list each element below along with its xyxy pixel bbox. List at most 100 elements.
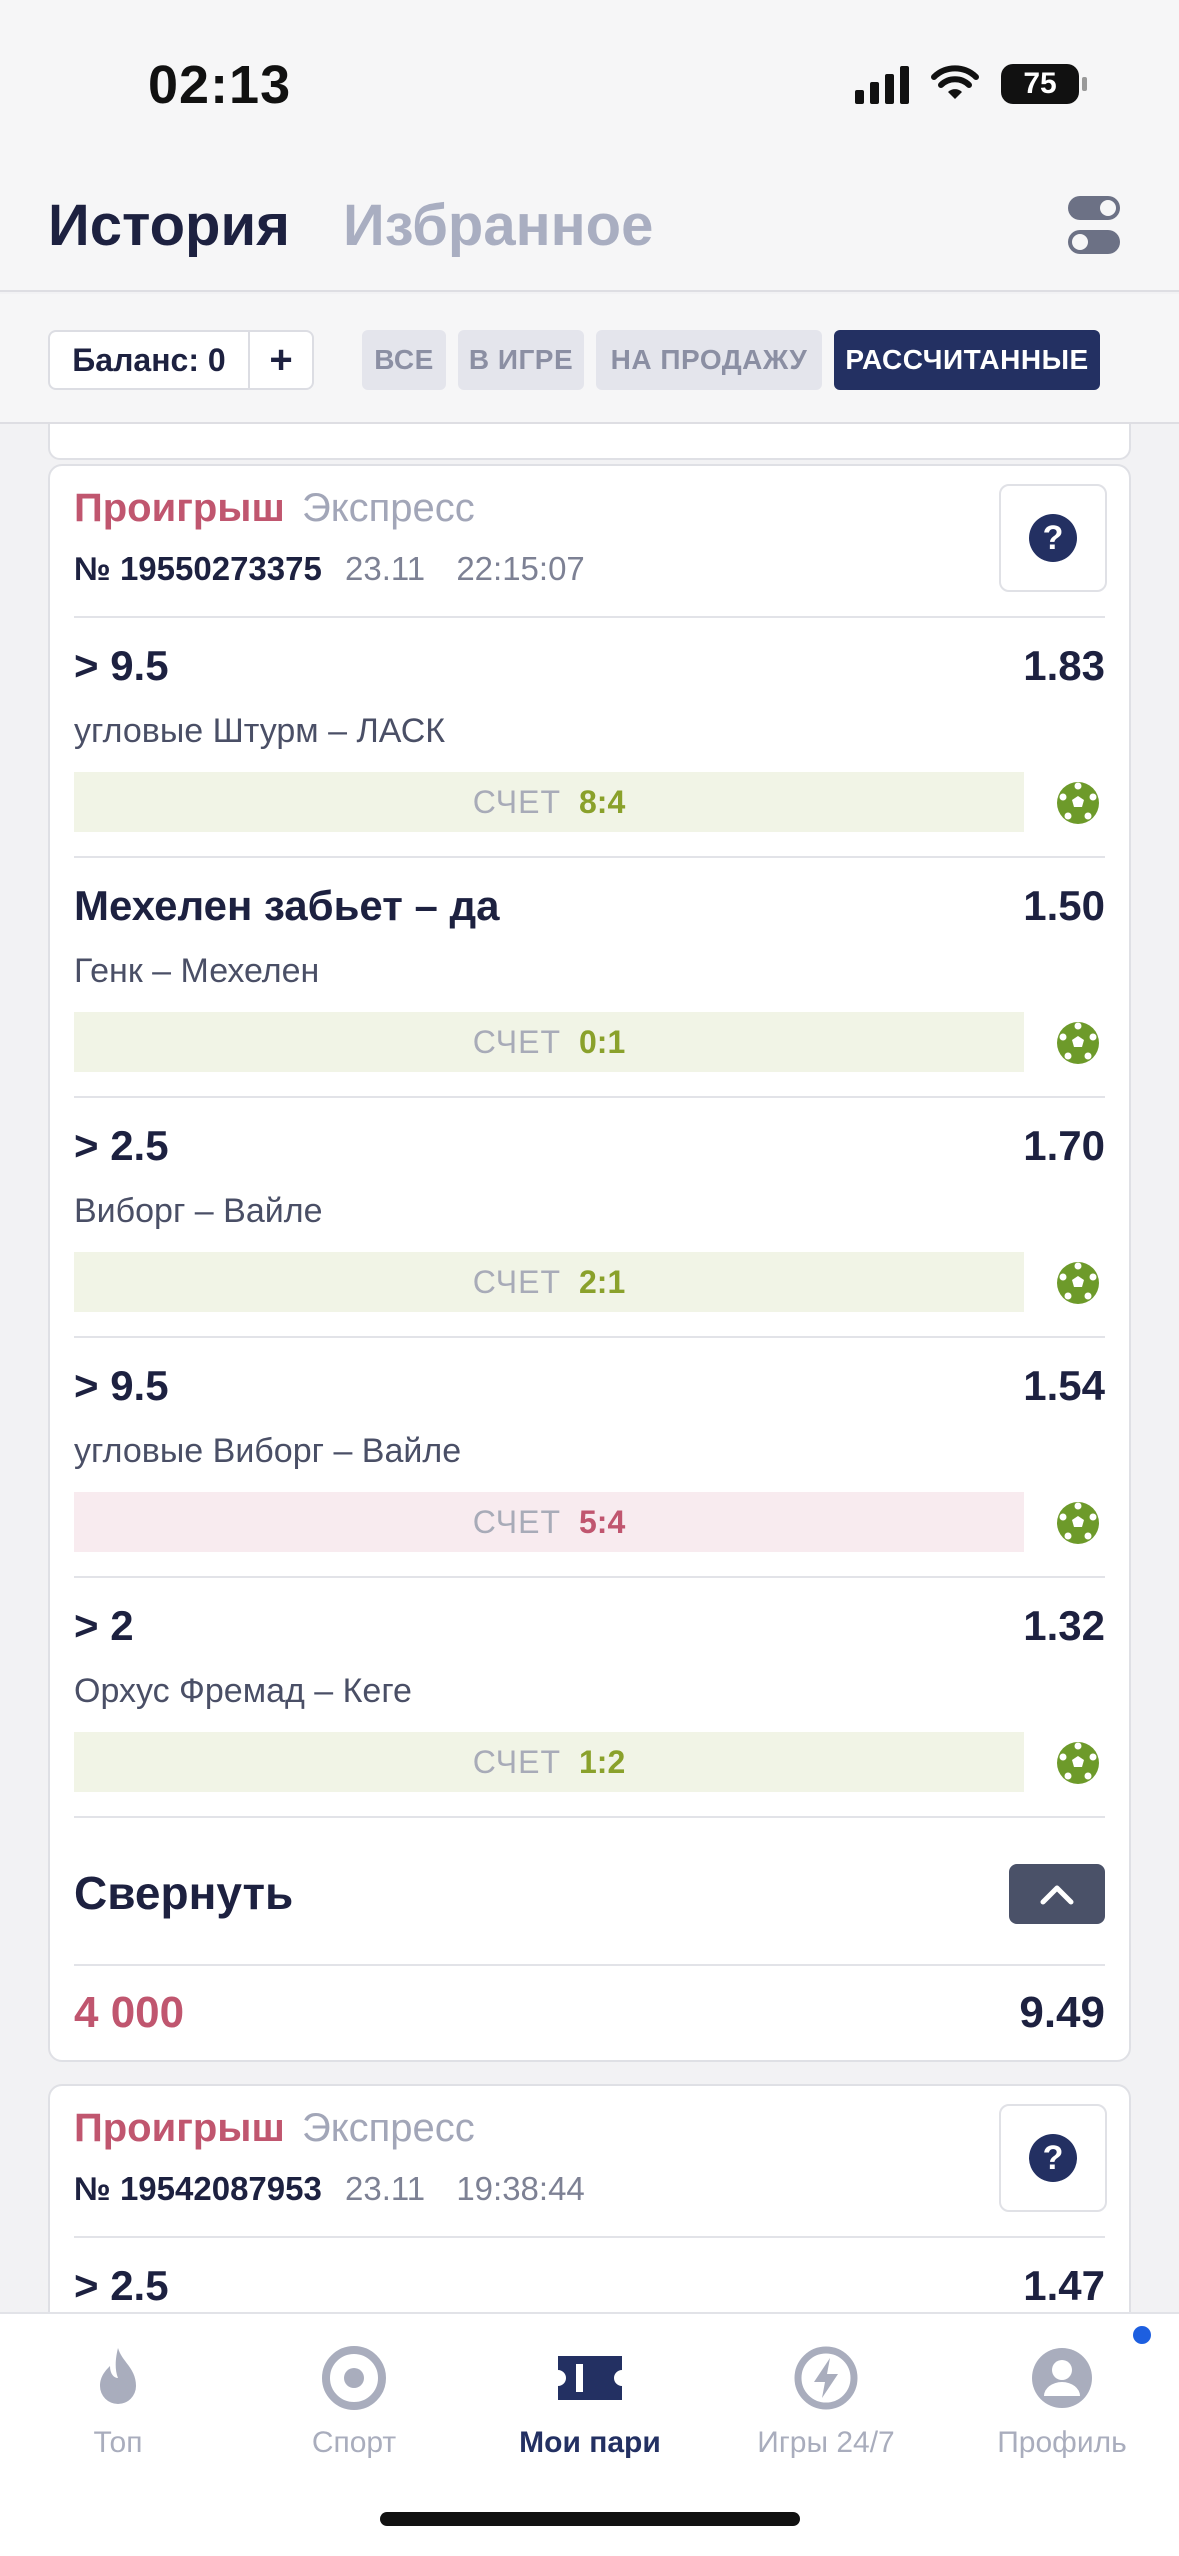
bet-odd: 1.47 bbox=[1023, 2262, 1105, 2309]
bet-number: № 19550273375 bbox=[74, 550, 322, 587]
bet-outcome: > 2 bbox=[74, 1602, 134, 1649]
bet-row: > 2.5 1.47 bbox=[74, 2236, 1105, 2312]
lightning-icon bbox=[794, 2346, 858, 2410]
score-label: СЧЕТ bbox=[472, 1023, 561, 1060]
question-icon: ? bbox=[1029, 2134, 1077, 2182]
filter-chip-settled[interactable]: РАССЧИТАННЫЕ bbox=[834, 330, 1100, 390]
user-icon bbox=[1032, 2348, 1092, 2408]
bets-list[interactable]: Проигрыш Экспресс № 19550273375 23.11 22… bbox=[0, 424, 1179, 2312]
score-value: 8:4 bbox=[579, 783, 626, 820]
bet-result-label: Проигрыш bbox=[74, 486, 285, 530]
cellular-signal-icon bbox=[855, 64, 909, 104]
status-bar: 02:13 75 bbox=[0, 0, 1179, 150]
bet-odd: 1.70 bbox=[1023, 1122, 1105, 1169]
bet-card: Проигрыш Экспресс № 19550273375 23.11 22… bbox=[48, 464, 1131, 2062]
bet-status: Проигрыш Экспресс bbox=[74, 2106, 475, 2151]
bet-row: > 2.5 1.70 Виборг – Вайле СЧЕТ 2:1 bbox=[74, 1096, 1105, 1336]
target-icon bbox=[322, 2346, 386, 2410]
filter-chip-all[interactable]: ВСЕ bbox=[362, 330, 446, 390]
nav-my-bets[interactable]: Мои пари bbox=[472, 2344, 708, 2460]
bet-outcome: > 9.5 bbox=[74, 1362, 169, 1409]
balance-label: Баланс: 0 bbox=[50, 332, 250, 388]
soccer-ball-icon bbox=[1057, 1022, 1099, 1064]
chevron-up-icon bbox=[1040, 1885, 1074, 1905]
collapse-row[interactable]: Свернуть bbox=[74, 1816, 1105, 1964]
nav-games[interactable]: Игры 24/7 bbox=[708, 2344, 944, 2460]
score-label: СЧЕТ bbox=[472, 783, 561, 820]
battery-icon: 75 bbox=[1001, 64, 1087, 104]
nav-sport[interactable]: Спорт bbox=[236, 2344, 472, 2460]
home-indicator[interactable] bbox=[380, 2512, 800, 2526]
bet-row: Мехелен забьет – да 1.50 Генк – Мехелен … bbox=[74, 856, 1105, 1096]
bet-meta: № 19550273375 23.11 22:15:07 bbox=[74, 550, 607, 588]
filter-chip-for-sale[interactable]: НА ПРОДАЖУ bbox=[596, 330, 822, 390]
bet-odd: 1.32 bbox=[1023, 1602, 1105, 1649]
nav-label: Игры 24/7 bbox=[757, 2426, 895, 2459]
score-value: 0:1 bbox=[579, 1023, 626, 1060]
bet-match: Орхус Фремад – Кеге bbox=[74, 1672, 412, 1710]
filters-bar: Баланс: 0 + ВСЕ В ИГРЕ НА ПРОДАЖУ РАССЧИ… bbox=[0, 294, 1179, 424]
bet-row: > 2 1.32 Орхус Фремад – Кеге СЧЕТ 1:2 bbox=[74, 1576, 1105, 1816]
bet-match: угловые Виборг – Вайле bbox=[74, 1432, 462, 1470]
bet-odd: 1.54 bbox=[1023, 1362, 1105, 1409]
help-button[interactable]: ? bbox=[999, 2104, 1107, 2212]
ticket-icon bbox=[558, 2356, 622, 2400]
bet-card-header: Проигрыш Экспресс № 19542087953 23.11 19… bbox=[50, 2086, 1129, 2236]
bet-type-label: Экспресс bbox=[301, 2106, 475, 2150]
bet-card-header: Проигрыш Экспресс № 19550273375 23.11 22… bbox=[50, 466, 1129, 616]
tab-favorites[interactable]: Избранное bbox=[343, 192, 653, 259]
flame-icon bbox=[100, 2348, 136, 2404]
score-bar: СЧЕТ 5:4 bbox=[74, 1492, 1024, 1552]
bet-outcome: Мехелен забьет – да bbox=[74, 882, 500, 929]
nav-label: Спорт bbox=[311, 2426, 397, 2459]
total-row: 4 000 9.49 bbox=[74, 1964, 1105, 2060]
score-label: СЧЕТ bbox=[472, 1263, 561, 1300]
bet-outcome: > 2.5 bbox=[74, 1122, 169, 1169]
previous-card-edge bbox=[48, 424, 1131, 460]
bet-odd: 1.83 bbox=[1023, 642, 1105, 689]
bet-result-label: Проигрыш bbox=[74, 2106, 285, 2150]
collapse-button[interactable] bbox=[1009, 1864, 1105, 1924]
score-value: 2:1 bbox=[579, 1263, 626, 1300]
bet-number: № 19542087953 bbox=[74, 2170, 322, 2207]
bet-meta: № 19542087953 23.11 19:38:44 bbox=[74, 2170, 607, 2208]
score-bar: СЧЕТ 1:2 bbox=[74, 1732, 1024, 1792]
score-bar: СЧЕТ 2:1 bbox=[74, 1252, 1024, 1312]
bet-time: 22:15:07 bbox=[456, 550, 585, 587]
nav-label: Профиль bbox=[997, 2426, 1127, 2459]
bet-match: Генк – Мехелен bbox=[74, 952, 320, 990]
bet-type-label: Экспресс bbox=[301, 486, 475, 530]
status-time: 02:13 bbox=[148, 55, 292, 115]
collapse-label: Свернуть bbox=[74, 1867, 294, 1919]
status-icons: 75 bbox=[855, 64, 1087, 104]
bet-date: 23.11 bbox=[345, 2170, 426, 2207]
soccer-ball-icon bbox=[1057, 1262, 1099, 1304]
bet-date: 23.11 bbox=[345, 550, 426, 587]
bet-odd: 1.50 bbox=[1023, 882, 1105, 929]
balance-box: Баланс: 0 + bbox=[48, 330, 314, 390]
total-odd: 9.49 bbox=[1019, 1988, 1105, 2037]
settings-toggle-icon[interactable] bbox=[1068, 196, 1120, 254]
bet-stake: 4 000 bbox=[74, 1988, 185, 2037]
bet-match: угловые Штурм – ЛАСК bbox=[74, 712, 446, 750]
tab-history[interactable]: История bbox=[48, 192, 290, 259]
add-balance-button[interactable]: + bbox=[250, 332, 312, 388]
nav-top[interactable]: Топ bbox=[0, 2344, 236, 2460]
score-bar: СЧЕТ 0:1 bbox=[74, 1012, 1024, 1072]
score-label: СЧЕТ bbox=[472, 1503, 561, 1540]
nav-label: Топ bbox=[93, 2426, 143, 2459]
bet-card: Проигрыш Экспресс № 19542087953 23.11 19… bbox=[48, 2084, 1131, 2312]
bet-match: Виборг – Вайле bbox=[74, 1192, 323, 1230]
bet-outcome: > 9.5 bbox=[74, 642, 169, 689]
soccer-ball-icon bbox=[1057, 1502, 1099, 1544]
filter-chip-live[interactable]: В ИГРЕ bbox=[458, 330, 584, 390]
header: История Избранное bbox=[0, 150, 1179, 292]
help-button[interactable]: ? bbox=[999, 484, 1107, 592]
nav-label: Мои пари bbox=[519, 2426, 661, 2459]
wifi-icon bbox=[931, 65, 979, 99]
nav-profile[interactable]: Профиль bbox=[944, 2344, 1179, 2460]
score-value: 5:4 bbox=[579, 1503, 626, 1540]
score-bar: СЧЕТ 8:4 bbox=[74, 772, 1024, 832]
bet-status: Проигрыш Экспресс bbox=[74, 486, 475, 531]
bet-outcome: > 2.5 bbox=[74, 2262, 169, 2309]
